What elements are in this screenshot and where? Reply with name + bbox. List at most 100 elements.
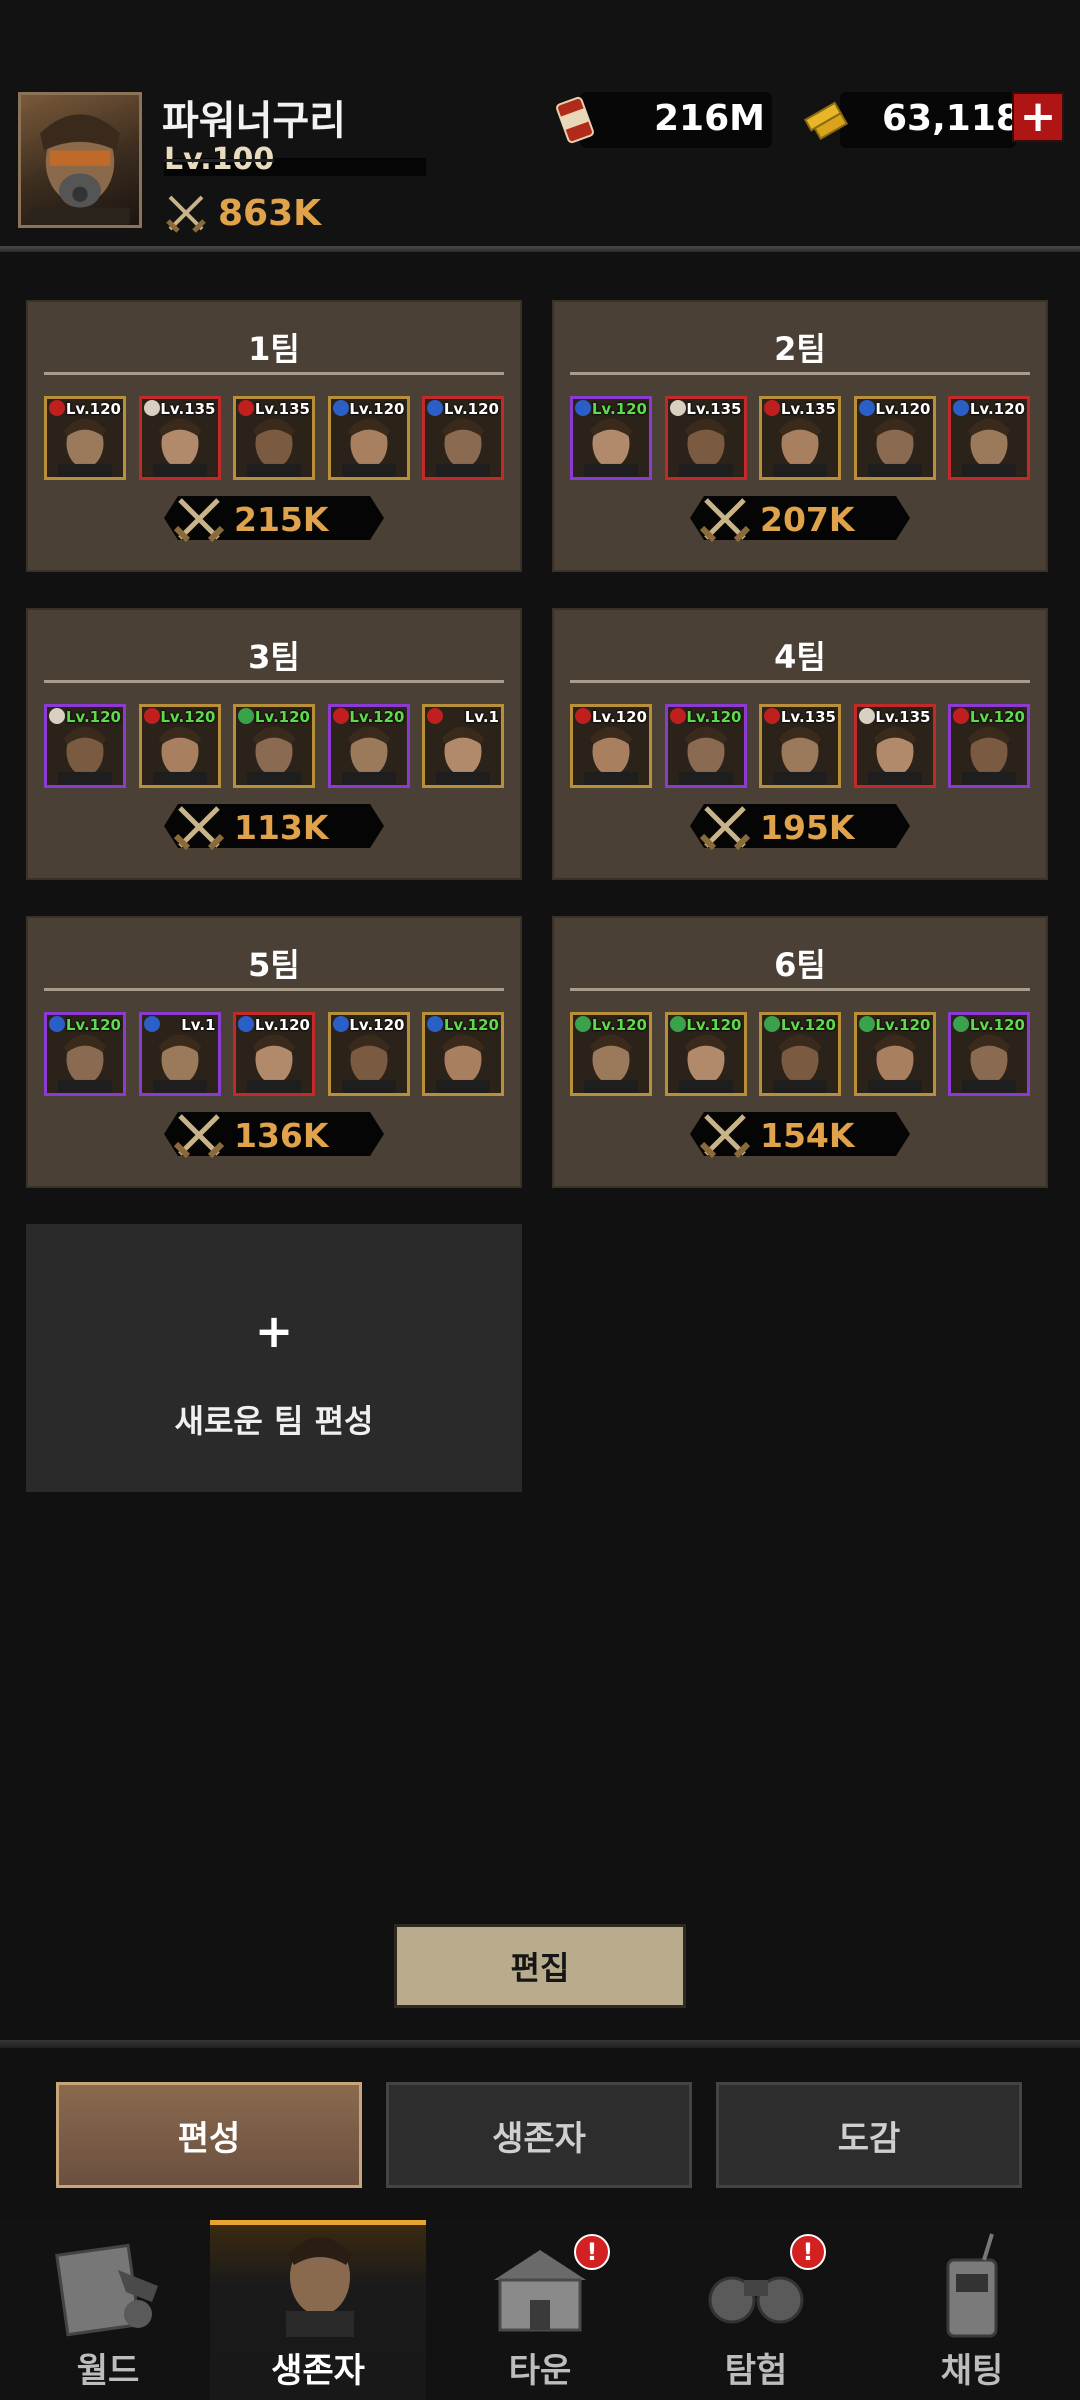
team-power: 136K xyxy=(164,1112,384,1159)
survivor-slot[interactable]: Lv.120 xyxy=(948,1012,1030,1096)
player-header: 파워너구리 Lv.100 863K 216M 63,118 + xyxy=(0,0,1080,250)
tab-formation-label: 편성 xyxy=(177,2118,241,2159)
class-badge-icon xyxy=(332,400,349,416)
survivor-slot[interactable]: Lv.120 xyxy=(664,704,747,788)
class-badge-icon xyxy=(332,1016,349,1032)
team-members: Lv.120 Lv.1 Lv.120 Lv.120 Lv.120 xyxy=(44,1012,504,1096)
survivor-level: Lv.120 xyxy=(443,400,499,418)
team-card[interactable]: 6팀 Lv.120 Lv.120 Lv.120 Lv.120 Lv.120 154K xyxy=(552,916,1048,1188)
survivor-slot[interactable]: Lv.120 xyxy=(233,704,315,788)
survivor-icon xyxy=(286,2237,354,2337)
tab-formation[interactable]: 편성 xyxy=(56,2082,362,2188)
team-card[interactable]: 5팀 Lv.120 Lv.1 Lv.120 Lv.120 Lv.120 136K xyxy=(26,916,522,1188)
survivor-level: Lv.135 xyxy=(875,708,931,726)
team-power-value: 207K xyxy=(760,500,855,539)
team-card[interactable]: 3팀 Lv.120 Lv.120 Lv.120 Lv.120 Lv.1 113K xyxy=(26,608,522,880)
class-badge-icon xyxy=(764,708,780,724)
tab-survivors[interactable]: 생존자 xyxy=(386,2082,692,2188)
nav-explore[interactable]: ! 탐험 xyxy=(648,2220,864,2400)
nav-town[interactable]: ! 타운 xyxy=(432,2220,648,2400)
class-badge-icon xyxy=(238,400,254,416)
survivor-slot[interactable]: Lv.135 xyxy=(759,704,841,788)
class-badge-icon xyxy=(427,1016,443,1032)
survivor-slot[interactable]: Lv.120 xyxy=(138,704,221,788)
class-badge-icon xyxy=(238,708,254,724)
team-divider xyxy=(570,372,1030,375)
survivor-slot[interactable]: Lv.135 xyxy=(759,396,841,480)
team-name: 5팀 xyxy=(248,946,300,984)
survivor-slot[interactable]: Lv.120 xyxy=(422,396,504,480)
team-divider xyxy=(570,988,1030,991)
crossed-swords-icon xyxy=(699,1114,751,1159)
resource-gold-value: 63,118 xyxy=(882,98,1021,139)
survivor-slot[interactable]: Lv.120 xyxy=(44,1012,126,1096)
crossed-swords-icon xyxy=(173,498,225,543)
survivor-level: Lv.120 xyxy=(349,1016,405,1034)
nav-survivors[interactable]: 생존자 xyxy=(210,2220,426,2400)
survivor-slot[interactable]: Lv.120 xyxy=(570,1012,652,1096)
team-card[interactable]: 2팀 Lv.120 Lv.135 Lv.135 Lv.120 Lv.120 207K xyxy=(552,300,1048,572)
team-card[interactable]: 1팀 Lv.120 Lv.135 Lv.135 Lv.120 Lv.120 215K xyxy=(26,300,522,572)
crossed-swords-icon xyxy=(173,806,225,851)
player-power-value: 863K xyxy=(218,192,322,234)
crossed-swords-icon xyxy=(699,498,751,543)
survivor-slot[interactable]: Lv.1 xyxy=(138,1012,221,1096)
survivor-slot[interactable]: Lv.120 xyxy=(853,396,936,480)
class-badge-icon xyxy=(427,708,443,724)
team-name: 1팀 xyxy=(248,330,300,368)
nav-chat-label: 채팅 xyxy=(940,2351,1004,2391)
survivor-slot[interactable]: Lv.120 xyxy=(664,1012,747,1096)
survivor-slot[interactable]: Lv.120 xyxy=(948,396,1030,480)
class-badge-icon xyxy=(575,708,591,724)
team-members: Lv.120 Lv.135 Lv.135 Lv.120 Lv.120 xyxy=(44,396,504,480)
nav-world-label: 월드 xyxy=(76,2351,140,2391)
survivor-slot[interactable]: Lv.135 xyxy=(853,704,936,788)
survivor-slot[interactable]: Lv.120 xyxy=(327,704,410,788)
nav-chat[interactable]: 채팅 xyxy=(864,2220,1080,2400)
new-team-button[interactable]: + 새로운 팀 편성 xyxy=(26,1224,522,1492)
tab-collection[interactable]: 도감 xyxy=(716,2082,1022,2188)
survivor-slot[interactable]: Lv.135 xyxy=(233,396,315,480)
survivor-slot[interactable]: Lv.120 xyxy=(759,1012,841,1096)
add-currency-button[interactable]: + xyxy=(1012,92,1064,142)
class-badge-icon xyxy=(49,1016,65,1032)
survivor-slot[interactable]: Lv.120 xyxy=(570,704,652,788)
team-name: 4팀 xyxy=(774,638,826,676)
survivor-level: Lv.120 xyxy=(969,708,1025,726)
edit-button-label: 편집 xyxy=(510,1949,570,1987)
edit-button[interactable]: 편집 xyxy=(394,1924,686,2008)
team-power: 195K xyxy=(690,804,910,851)
team-card[interactable]: 4팀 Lv.120 Lv.120 Lv.135 Lv.135 Lv.120 195K xyxy=(552,608,1048,880)
survivor-level: Lv.135 xyxy=(780,708,836,726)
survivor-level: Lv.1 xyxy=(181,1016,216,1034)
class-badge-icon xyxy=(858,1016,875,1032)
header-divider xyxy=(0,246,1080,252)
survivor-slot[interactable]: Lv.120 xyxy=(853,1012,936,1096)
survivor-level: Lv.120 xyxy=(254,708,310,726)
survivor-slot[interactable]: Lv.120 xyxy=(327,396,410,480)
survivor-slot[interactable]: Lv.120 xyxy=(327,1012,410,1096)
survivor-slot[interactable]: Lv.1 xyxy=(422,704,504,788)
plus-icon: + xyxy=(254,1304,294,1358)
survivor-slot[interactable]: Lv.120 xyxy=(233,1012,315,1096)
survivor-slot[interactable]: Lv.120 xyxy=(44,396,126,480)
survivor-slot[interactable]: Lv.120 xyxy=(570,396,652,480)
survivor-slot[interactable]: Lv.120 xyxy=(44,704,126,788)
nav-world[interactable]: 월드 xyxy=(0,2220,216,2400)
player-avatar[interactable] xyxy=(18,92,142,228)
survivor-slot[interactable]: Lv.120 xyxy=(948,704,1030,788)
survivor-level: Lv.120 xyxy=(969,1016,1025,1034)
survivor-slot[interactable]: Lv.120 xyxy=(422,1012,504,1096)
survivor-level: Lv.120 xyxy=(160,708,216,726)
survivor-level: Lv.135 xyxy=(160,400,216,418)
class-badge-icon xyxy=(143,708,160,724)
survivor-level: Lv.120 xyxy=(591,400,647,418)
team-power: 207K xyxy=(690,496,910,543)
survivor-slot[interactable]: Lv.135 xyxy=(664,396,747,480)
class-badge-icon xyxy=(669,708,686,724)
team-members: Lv.120 Lv.120 Lv.135 Lv.135 Lv.120 xyxy=(570,704,1030,788)
survivor-level: Lv.120 xyxy=(591,708,647,726)
nav-town-label: 타운 xyxy=(508,2351,572,2391)
survivor-slot[interactable]: Lv.135 xyxy=(138,396,221,480)
crossed-swords-icon xyxy=(166,195,206,233)
